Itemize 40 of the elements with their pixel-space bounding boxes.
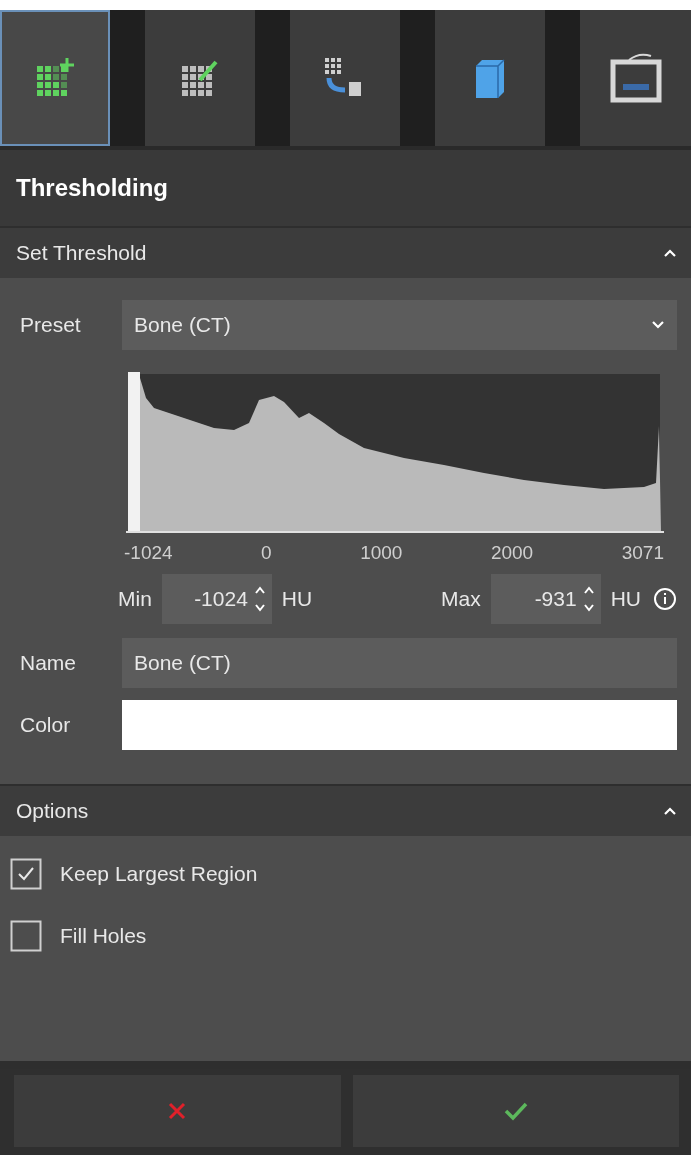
close-icon bbox=[167, 1101, 188, 1121]
3d-printer-icon bbox=[609, 52, 663, 104]
chevron-icon bbox=[663, 806, 677, 816]
toolbar-button[interactable] bbox=[435, 10, 545, 146]
info-icon[interactable] bbox=[653, 587, 677, 611]
spinner-arrows-icon bbox=[253, 584, 266, 614]
axis-label: 2000 bbox=[490, 542, 534, 564]
axis-label: 0 bbox=[261, 542, 272, 564]
grid-plus-icon bbox=[35, 58, 75, 98]
number-field[interactable]: -931 bbox=[490, 574, 601, 624]
color-swatch[interactable] bbox=[122, 700, 677, 750]
number-field[interactable]: -1024 bbox=[161, 574, 272, 624]
axis-label: -1024 bbox=[124, 542, 173, 564]
field-label: Preset bbox=[20, 313, 82, 337]
field-label: Max bbox=[440, 587, 481, 611]
unit-label: HU bbox=[281, 587, 313, 611]
name-field[interactable]: Bone (CT) bbox=[122, 638, 677, 688]
section-header[interactable]: Set Threshold bbox=[0, 226, 691, 278]
toolbar-button[interactable] bbox=[290, 10, 400, 146]
panel-title: Thresholding bbox=[0, 146, 691, 226]
checkbox[interactable] bbox=[10, 858, 42, 890]
spinner-arrows-icon bbox=[582, 584, 595, 614]
checkmark-icon bbox=[502, 1100, 529, 1122]
preset-dropdown[interactable]: Bone (CT) bbox=[122, 300, 677, 350]
checkbox-label: Fill Holes bbox=[60, 924, 147, 948]
checkbox[interactable] bbox=[10, 920, 42, 952]
chevron-icon bbox=[663, 248, 677, 258]
chevron-down-icon bbox=[651, 320, 665, 330]
checkbox-label: Keep Largest Region bbox=[60, 862, 258, 886]
field-label: Name bbox=[20, 651, 78, 675]
grid-pencil-icon bbox=[180, 58, 220, 98]
toolbar-button[interactable] bbox=[580, 10, 691, 146]
section-header[interactable]: Options bbox=[0, 784, 691, 836]
field-label: Min bbox=[118, 587, 152, 611]
toolbar-button[interactable] bbox=[145, 10, 255, 146]
axis-label: 3071 bbox=[621, 542, 664, 564]
unit-label: HU bbox=[610, 587, 641, 611]
field-label: Color bbox=[20, 713, 72, 737]
toolbar-button[interactable] bbox=[0, 10, 110, 146]
axis-label: 1000 bbox=[360, 542, 403, 564]
